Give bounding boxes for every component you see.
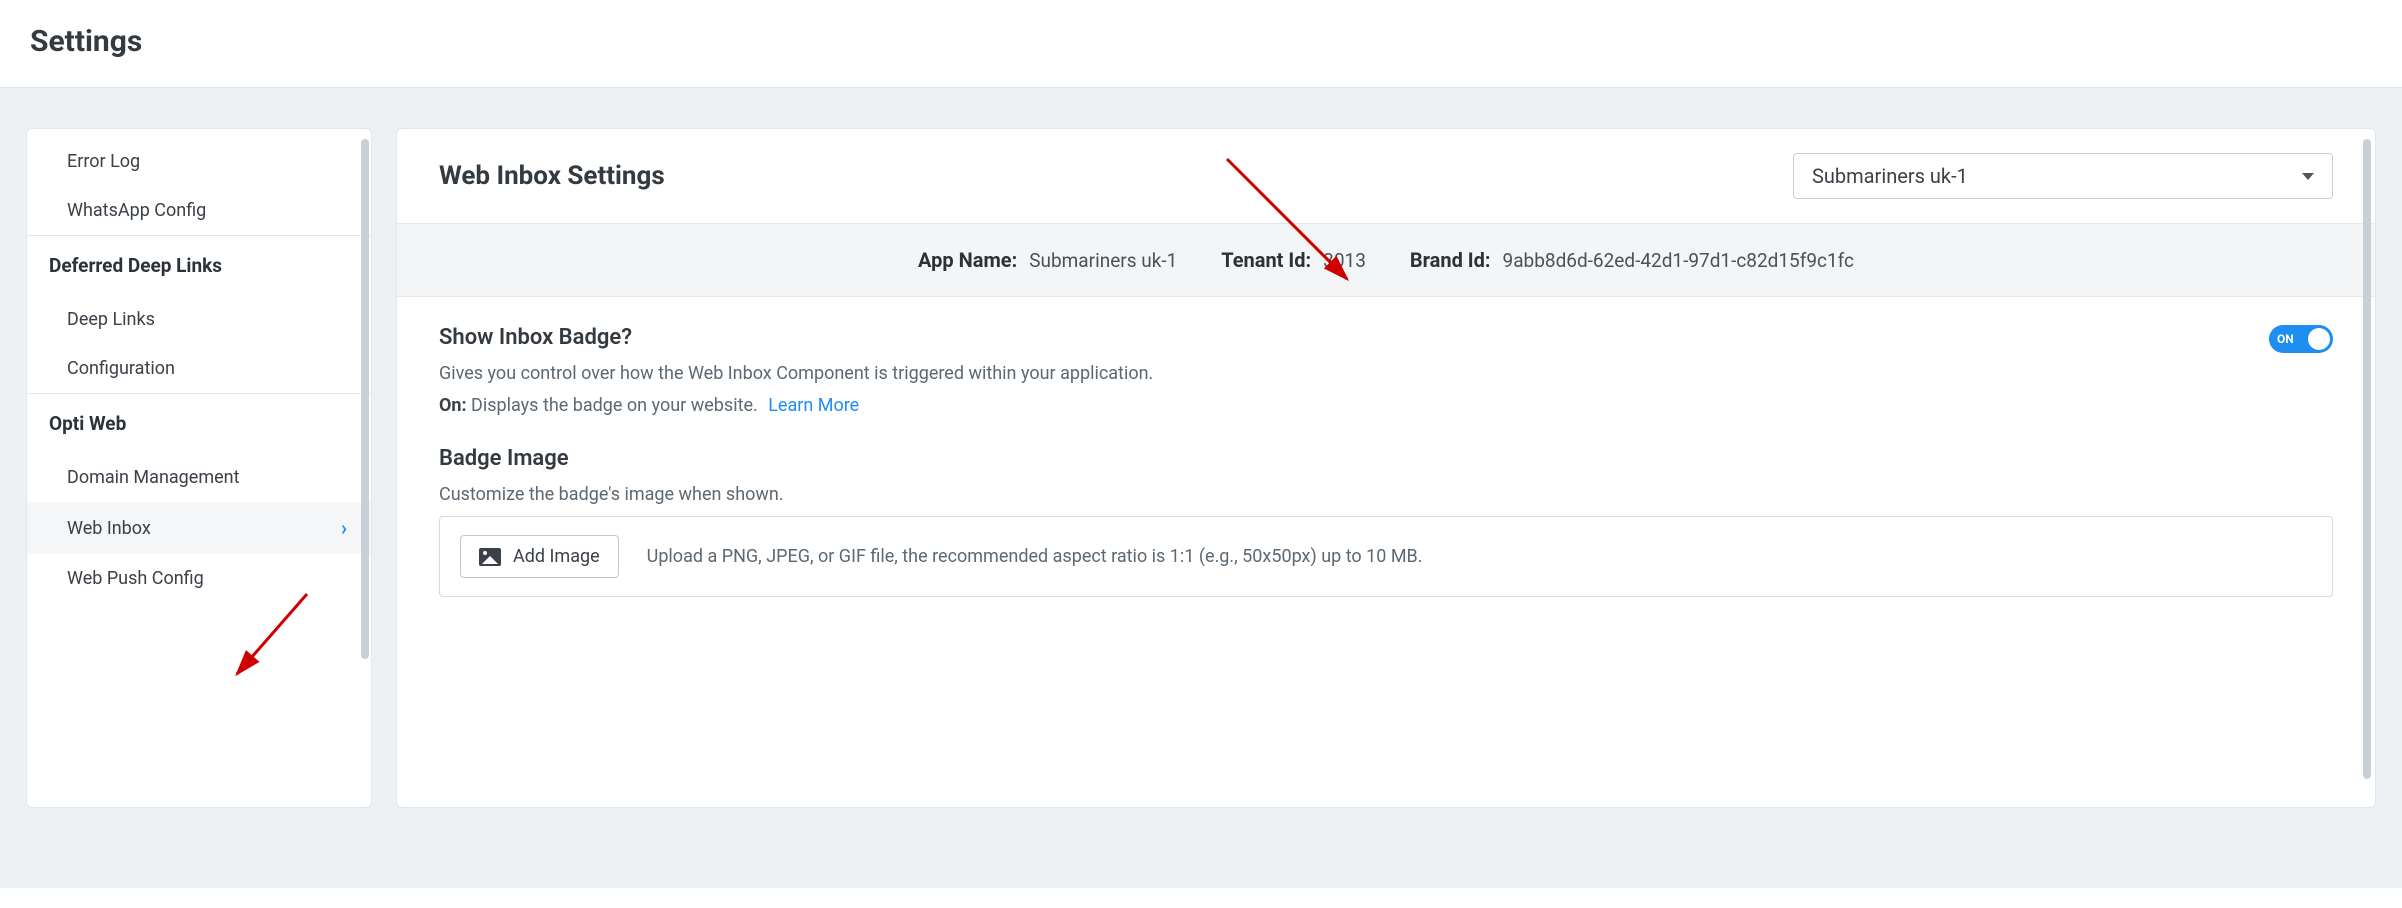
show-badge-toggle[interactable]: ON [2269,325,2333,353]
page-body: Error Log WhatsApp Config Deferred Deep … [0,88,2402,888]
on-text: Displays the badge on your website. [471,395,758,416]
sidebar-group-deferred-deep-links: Deferred Deep Links [27,235,371,295]
main-content: Show Inbox Badge? Gives you control over… [397,297,2375,655]
settings-sidebar: Error Log WhatsApp Config Deferred Deep … [26,128,372,808]
page-title: Settings [30,24,2372,59]
main-panel: Web Inbox Settings Submariners uk-1 App … [396,128,2376,808]
add-image-label: Add Image [513,546,600,567]
upload-hint: Upload a PNG, JPEG, or GIF file, the rec… [647,546,1423,567]
badge-image-section: Badge Image Customize the badge's image … [439,446,2333,597]
tenant-id-label: Tenant Id: [1221,248,1311,272]
sidebar-item-label: Error Log [67,151,140,172]
chevron-right-icon: › [341,516,347,540]
show-inbox-badge-section: Show Inbox Badge? Gives you control over… [439,325,2333,416]
show-badge-desc: Gives you control over how the Web Inbox… [439,360,1153,387]
sidebar-item-label: Domain Management [67,467,240,488]
app-name-pair: App Name: Submariners uk-1 [918,248,1177,272]
brand-id-value: 9abb8d6d-62ed-42d1-97d1-c82d15f9c1fc [1503,249,1854,272]
brand-id-label: Brand Id: [1410,248,1491,272]
sidebar-scrollbar[interactable] [361,139,369,659]
page-header: Settings [0,0,2402,88]
sidebar-item-whatsapp-config[interactable]: WhatsApp Config [27,186,371,235]
on-prefix: On: [439,395,467,416]
app-name-value: Submariners uk-1 [1029,249,1177,272]
app-name-label: App Name: [918,248,1017,272]
main-title: Web Inbox Settings [439,161,665,191]
toggle-knob [2308,328,2330,350]
learn-more-link[interactable]: Learn More [768,395,859,416]
sidebar-item-configuration[interactable]: Configuration [27,344,371,393]
sidebar-item-label: WhatsApp Config [67,200,206,221]
show-badge-title: Show Inbox Badge? [439,325,1153,350]
main-scrollbar[interactable] [2363,139,2371,779]
sidebar-item-label: Web Push Config [67,568,204,589]
badge-image-title: Badge Image [439,446,2333,471]
sidebar-item-label: Configuration [67,358,175,379]
app-selector[interactable]: Submariners uk-1 [1793,153,2333,199]
main-header: Web Inbox Settings Submariners uk-1 [397,129,2375,224]
toggle-label: ON [2277,332,2294,346]
sidebar-group-opti-web: Opti Web [27,393,371,453]
caret-down-icon [2302,173,2314,180]
tenant-id-value: 3013 [1323,249,1366,272]
sidebar-item-label: Deep Links [67,309,155,330]
sidebar-item-web-inbox[interactable]: Web Inbox › [27,502,371,554]
sidebar-item-label: Web Inbox [67,518,151,539]
sidebar-item-domain-management[interactable]: Domain Management [27,453,371,502]
sidebar-item-deep-links[interactable]: Deep Links [27,295,371,344]
brand-id-pair: Brand Id: 9abb8d6d-62ed-42d1-97d1-c82d15… [1410,248,1854,272]
tenant-id-pair: Tenant Id: 3013 [1221,248,1366,272]
show-badge-on-line: On: Displays the badge on your website. … [439,395,1153,416]
app-selector-value: Submariners uk-1 [1812,164,1968,188]
app-info-bar: App Name: Submariners uk-1 Tenant Id: 30… [397,224,2375,297]
sidebar-item-error-log[interactable]: Error Log [27,137,371,186]
sidebar-item-web-push-config[interactable]: Web Push Config [27,554,371,603]
badge-image-desc: Customize the badge's image when shown. [439,481,2333,508]
image-icon [479,548,501,566]
add-image-button[interactable]: Add Image [460,535,619,578]
badge-image-upload: Add Image Upload a PNG, JPEG, or GIF fil… [439,516,2333,597]
